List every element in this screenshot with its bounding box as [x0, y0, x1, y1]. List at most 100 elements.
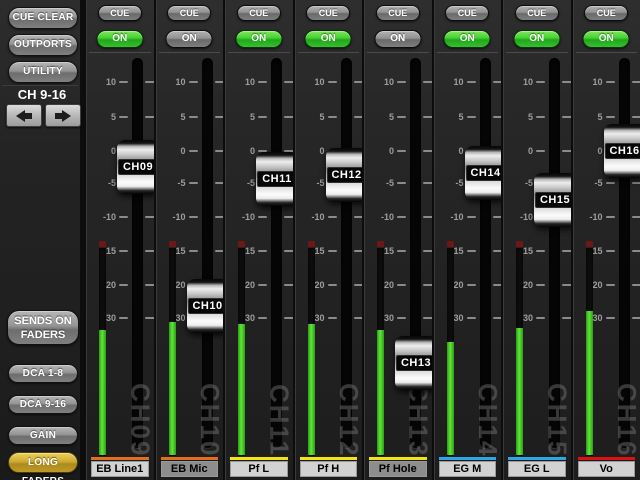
strip-divider [298, 52, 360, 53]
channel-name[interactable]: Pf L [230, 461, 288, 477]
scale-label: 0 [436, 146, 464, 156]
scale-label: -10 [297, 212, 325, 222]
dca-9-16-button[interactable]: DCA 9-16 [8, 395, 78, 414]
channel-name[interactable]: EG L [508, 461, 566, 477]
strip-divider [367, 52, 429, 53]
meter-fill [377, 330, 384, 455]
scale-label: -10 [227, 212, 255, 222]
bank-next-button[interactable] [45, 104, 81, 127]
scale-tick [119, 216, 128, 218]
outports-button[interactable]: OUTPORTS [8, 34, 78, 56]
cue-button[interactable]: CUE [237, 5, 281, 21]
channel-watermark: CH14 [472, 383, 503, 457]
scale-tick [397, 182, 406, 184]
on-button[interactable]: ON [513, 30, 560, 48]
channel-name[interactable]: EB Mic [161, 461, 219, 477]
scale-tick [536, 284, 545, 286]
on-button[interactable]: ON [444, 30, 491, 48]
cue-button[interactable]: CUE [376, 5, 420, 21]
dca-1-8-button[interactable]: DCA 1-8 [8, 364, 78, 383]
scale-tick [632, 216, 640, 218]
scale-label: -5 [505, 178, 533, 188]
on-button[interactable]: ON [305, 30, 352, 48]
scale-tick [397, 216, 406, 218]
channel-strip: CUE ON 1050-5-10-15-20-30 CH14 CH14 EG M [432, 0, 502, 480]
arrow-left-icon [25, 113, 32, 119]
mixer-app: CUE CLEAR OUTPORTS UTILITY CH 9-16 SENDS… [0, 0, 640, 480]
channel-name[interactable]: Pf Hole [369, 461, 427, 477]
scale-label: -5 [575, 178, 603, 188]
channel-name[interactable]: EG M [439, 461, 497, 477]
scale-label: 10 [158, 77, 186, 87]
scale-tick [328, 284, 337, 286]
cue-button[interactable]: CUE [306, 5, 350, 21]
fader-cap[interactable]: CH16 [604, 124, 640, 178]
channel-name[interactable]: Vo [578, 461, 636, 477]
gain-button[interactable]: GAIN [8, 426, 78, 445]
meter-fill [516, 328, 523, 455]
scale-tick [467, 216, 476, 218]
scale-label: 0 [366, 146, 394, 156]
scale-label: -5 [297, 178, 325, 188]
on-button[interactable]: ON [583, 30, 630, 48]
channel-watermark: CH11 [264, 384, 295, 457]
channel-name[interactable]: EB Line1 [91, 461, 149, 477]
arrow-left-icon [16, 110, 25, 122]
scale-label: -10 [366, 212, 394, 222]
scale-tick [119, 317, 128, 319]
meter-fill [447, 342, 454, 455]
channel-color-bar [161, 457, 219, 460]
scale-tick [632, 284, 640, 286]
scale-label: -5 [436, 178, 464, 188]
long-faders-button[interactable]: LONG FADERS [8, 452, 78, 473]
meter-fill [169, 322, 176, 455]
on-button[interactable]: ON [96, 30, 143, 48]
fader-cap-label: CH09 [118, 159, 158, 175]
meter-peak-led [99, 241, 106, 247]
scale-tick [119, 250, 128, 252]
strip-divider [159, 52, 221, 53]
scale-tick [397, 284, 406, 286]
scale-label: 5 [436, 112, 464, 122]
scale-label: 5 [575, 112, 603, 122]
scale-label: 0 [505, 146, 533, 156]
scale-label: 0 [297, 146, 325, 156]
cue-button[interactable]: CUE [584, 5, 628, 21]
scale-label: -10 [158, 212, 186, 222]
meter-peak-led [169, 241, 176, 247]
cue-button[interactable]: CUE [98, 5, 142, 21]
scale-tick [536, 317, 545, 319]
utility-button[interactable]: UTILITY [8, 61, 78, 83]
channel-strip: CUE ON 1050-5-10-15-20-30 CH10 CH10 EB M… [154, 0, 224, 480]
scale-tick [189, 150, 198, 152]
channel-color-bar [300, 457, 358, 460]
fader-cap-label: CH16 [605, 143, 640, 159]
scale-tick [467, 116, 476, 118]
scale-tick [328, 317, 337, 319]
channel-name[interactable]: Pf H [300, 461, 358, 477]
scale-tick [328, 116, 337, 118]
cue-button[interactable]: CUE [167, 5, 211, 21]
scale-tick [632, 116, 640, 118]
channel-strip: CUE ON 1050-5-10-15-20-30 CH16 CH16 Vo [571, 0, 640, 480]
on-button[interactable]: ON [166, 30, 213, 48]
fader-cap-label: CH10 [188, 298, 228, 314]
on-button[interactable]: ON [374, 30, 421, 48]
sends-on-faders-button[interactable]: SENDS ON FADERS [7, 310, 79, 345]
arrow-right-icon [62, 110, 71, 122]
cue-button[interactable]: CUE [515, 5, 559, 21]
channel-strip: CUE ON 1050-5-10-15-20-30 CH12 CH12 Pf H [293, 0, 363, 480]
fader-cap-label: CH11 [257, 171, 297, 187]
cue-button[interactable]: CUE [445, 5, 489, 21]
cue-clear-button[interactable]: CUE CLEAR [8, 7, 78, 29]
channel-color-bar [508, 457, 566, 460]
fader-cap-label: CH14 [466, 165, 506, 181]
bank-prev-button[interactable] [6, 104, 42, 127]
strip-divider [506, 52, 568, 53]
scale-tick [632, 250, 640, 252]
on-button[interactable]: ON [235, 30, 282, 48]
arrow-right-icon [55, 113, 62, 119]
scale-tick [397, 150, 406, 152]
scale-tick [397, 317, 406, 319]
scale-label: -10 [88, 212, 116, 222]
